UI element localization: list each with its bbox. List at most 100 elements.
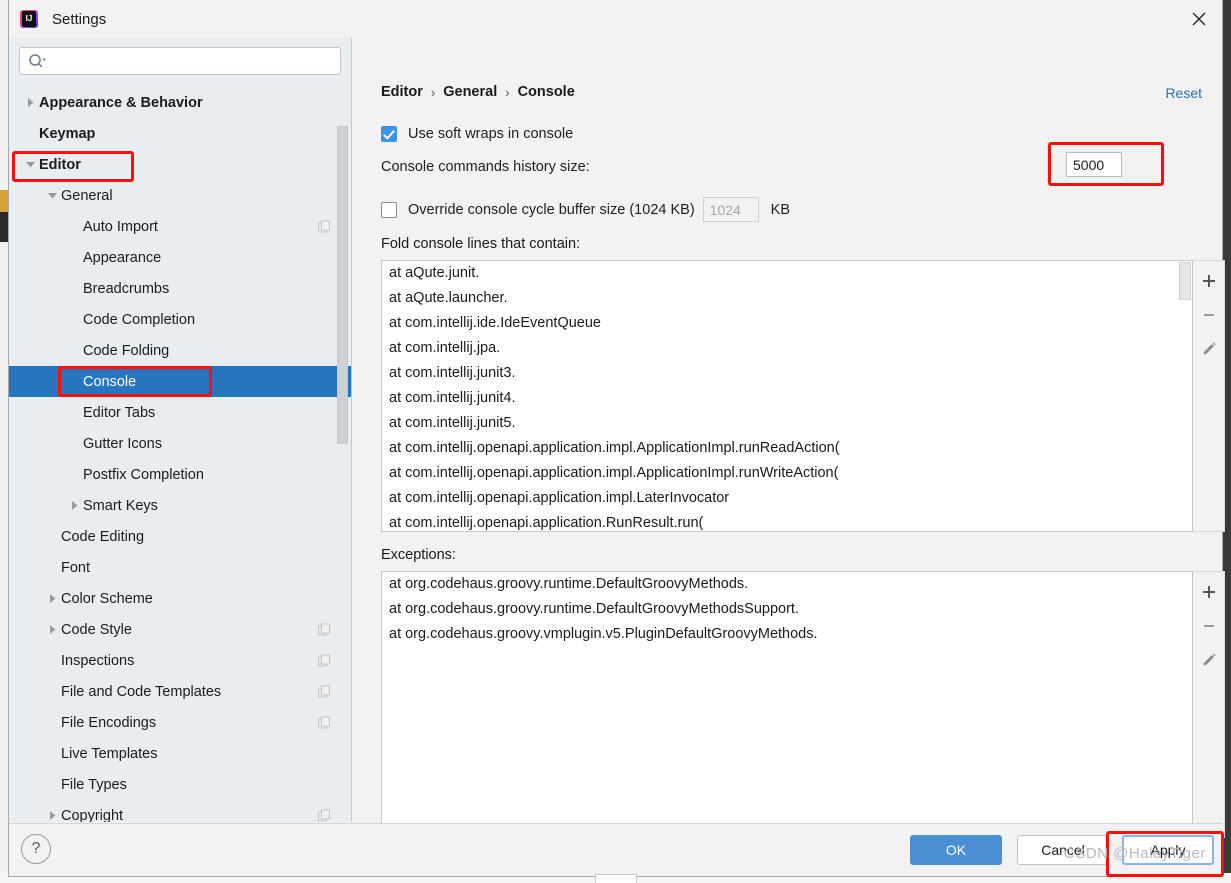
- intellij-idea-icon: [20, 10, 38, 28]
- fold-lines-items: at aQute.junit. at aQute.launcher. at com.…: [382, 261, 1192, 531]
- sidebar-item-label: Copyright: [61, 807, 124, 823]
- sidebar-scrollbar-thumb[interactable]: [337, 126, 348, 444]
- chevron-right-icon[interactable]: [43, 593, 61, 604]
- override-buffer-checkbox[interactable]: [381, 201, 397, 218]
- exception-list-item[interactable]: at org.codehaus.groovy.vmplugin.v5.Plugi…: [382, 622, 1192, 647]
- fold-list-item[interactable]: at com.intellij.openapi.application.RunR…: [382, 511, 1192, 531]
- apply-button[interactable]: Apply: [1122, 835, 1214, 865]
- sidebar-item-label: Inspections: [61, 652, 135, 669]
- fold-list-item[interactable]: at com.intellij.jpa.: [382, 336, 1192, 361]
- exceptions-list[interactable]: at org.codehaus.groovy.runtime.DefaultGr…: [381, 571, 1193, 838]
- sidebar-item-label: Color Scheme: [61, 590, 153, 607]
- minus-icon[interactable]: [1195, 301, 1223, 329]
- pencil-icon[interactable]: [1195, 335, 1223, 363]
- settings-dialog: Settings: [8, 0, 1225, 877]
- help-button[interactable]: ?: [21, 834, 51, 864]
- history-size-input[interactable]: [1066, 152, 1122, 177]
- sidebar-item-color-scheme[interactable]: Color Scheme: [9, 583, 351, 614]
- sidebar-item-code-editing[interactable]: Code Editing: [9, 521, 351, 552]
- fold-list-item[interactable]: at com.intellij.junit4.: [382, 386, 1192, 411]
- sidebar-item-label: Live Templates: [61, 745, 158, 762]
- sidebar-item-label: File Encodings: [61, 714, 157, 731]
- fold-list-item[interactable]: at com.intellij.openapi.application.impl…: [382, 486, 1192, 511]
- sidebar-item-copyright[interactable]: Copyright: [9, 800, 351, 822]
- exception-list-item[interactable]: at org.codehaus.groovy.runtime.DefaultGr…: [382, 597, 1192, 622]
- sidebar-item-postfix-completion[interactable]: Postfix Completion: [9, 459, 351, 490]
- search-icon: [28, 53, 46, 69]
- sidebar-item-code-completion[interactable]: Code Completion: [9, 304, 351, 335]
- breadcrumb-item-general[interactable]: General: [443, 84, 497, 100]
- fold-list-scrollbar-track[interactable]: [1179, 262, 1191, 530]
- breadcrumb-item-editor[interactable]: Editor: [381, 84, 423, 100]
- fold-list-scrollbar-thumb[interactable]: [1179, 262, 1191, 300]
- sidebar-item-appearance[interactable]: Appearance: [9, 242, 351, 273]
- exceptions-list-toolbar: [1193, 571, 1225, 838]
- settings-tree: Appearance & Behavior Keymap Editor General…: [9, 85, 351, 822]
- sidebar-item-keymap[interactable]: Keymap: [9, 118, 351, 149]
- sidebar-item-file-types[interactable]: File Types: [9, 769, 351, 800]
- sidebar-item-appearance-behavior[interactable]: Appearance & Behavior: [9, 87, 351, 118]
- use-soft-wraps-checkbox[interactable]: [381, 126, 397, 142]
- sidebar-item-label: Editor: [39, 156, 81, 173]
- cancel-button[interactable]: Cancel: [1017, 835, 1109, 865]
- sidebar-item-label: Code Editing: [61, 528, 145, 545]
- sidebar-item-label: Gutter Icons: [83, 435, 162, 452]
- fold-lines-label: Fold console lines that contain:: [381, 236, 581, 252]
- sidebar-item-live-templates[interactable]: Live Templates: [9, 738, 351, 769]
- fold-list-item[interactable]: at com.intellij.openapi.application.impl…: [382, 461, 1192, 486]
- sidebar-item-label: Editor Tabs: [83, 404, 156, 421]
- sidebar-item-general[interactable]: General: [9, 180, 351, 211]
- sidebar-item-code-folding[interactable]: Code Folding: [9, 335, 351, 366]
- minus-icon[interactable]: [1195, 612, 1223, 640]
- chevron-down-icon[interactable]: [43, 190, 61, 201]
- copyable-settings-icon: [318, 623, 331, 636]
- fold-list-item[interactable]: at com.intellij.junit3.: [382, 361, 1192, 386]
- fold-list-item[interactable]: at com.intellij.openapi.application.impl…: [382, 436, 1192, 461]
- sidebar-item-gutter-icons[interactable]: Gutter Icons: [9, 428, 351, 459]
- search-box[interactable]: [19, 47, 341, 75]
- sidebar-item-smart-keys[interactable]: Smart Keys: [9, 490, 351, 521]
- exceptions-label: Exceptions:: [381, 547, 456, 563]
- reset-link[interactable]: Reset: [1165, 85, 1202, 101]
- pencil-icon[interactable]: [1195, 646, 1223, 674]
- sidebar-item-file-encodings[interactable]: File Encodings: [9, 707, 351, 738]
- fold-list-item[interactable]: at com.intellij.ide.IdeEventQueue: [382, 311, 1192, 336]
- chevron-right-icon[interactable]: [21, 97, 39, 108]
- fold-list-item[interactable]: at com.intellij.junit5.: [382, 411, 1192, 436]
- use-soft-wraps-label: Use soft wraps in console: [408, 126, 574, 142]
- plus-icon[interactable]: [1195, 578, 1223, 606]
- dialog-body: Appearance & Behavior Keymap Editor General…: [9, 38, 1225, 838]
- chevron-down-icon[interactable]: [21, 159, 39, 170]
- exception-list-item[interactable]: at org.codehaus.groovy.runtime.DefaultGr…: [382, 572, 1192, 597]
- sidebar-item-code-style[interactable]: Code Style: [9, 614, 351, 645]
- fold-list-toolbar: [1193, 260, 1225, 532]
- sidebar-item-console[interactable]: Console: [9, 366, 351, 397]
- chevron-right-icon[interactable]: [43, 624, 61, 635]
- sidebar-item-label: Auto Import: [83, 218, 158, 235]
- sidebar-item-editor[interactable]: Editor: [9, 149, 351, 180]
- dialog-footer: ? OK Cancel Apply: [9, 823, 1222, 876]
- sidebar-item-inspections[interactable]: Inspections: [9, 645, 351, 676]
- ok-button[interactable]: OK: [910, 835, 1002, 865]
- sidebar-item-label: Postfix Completion: [83, 466, 204, 483]
- sidebar-item-breadcrumbs[interactable]: Breadcrumbs: [9, 273, 351, 304]
- sidebar-item-file-and-code-templates[interactable]: File and Code Templates: [9, 676, 351, 707]
- fold-list-item[interactable]: at aQute.launcher.: [382, 286, 1192, 311]
- background-window-notch: [595, 874, 637, 883]
- breadcrumb-separator: ›: [505, 84, 510, 100]
- plus-icon[interactable]: [1195, 267, 1223, 295]
- sidebar-item-label: Font: [61, 559, 91, 576]
- sidebar-item-label: Breadcrumbs: [83, 280, 170, 297]
- chevron-right-icon[interactable]: [65, 500, 83, 511]
- buffer-size-input[interactable]: [702, 197, 759, 222]
- search-input[interactable]: [46, 48, 340, 74]
- fold-lines-list[interactable]: at aQute.junit. at aQute.launcher. at com.…: [381, 260, 1193, 532]
- close-icon[interactable]: [1176, 0, 1222, 38]
- chevron-right-icon[interactable]: [43, 810, 61, 821]
- sidebar-item-font[interactable]: Font: [9, 552, 351, 583]
- sidebar-item-auto-import[interactable]: Auto Import: [9, 211, 351, 242]
- soft-wraps-row: Use soft wraps in console: [381, 126, 573, 142]
- fold-list-item[interactable]: at aQute.junit.: [382, 261, 1192, 286]
- sidebar-item-editor-tabs[interactable]: Editor Tabs: [9, 397, 351, 428]
- copyable-settings-icon: [318, 809, 331, 822]
